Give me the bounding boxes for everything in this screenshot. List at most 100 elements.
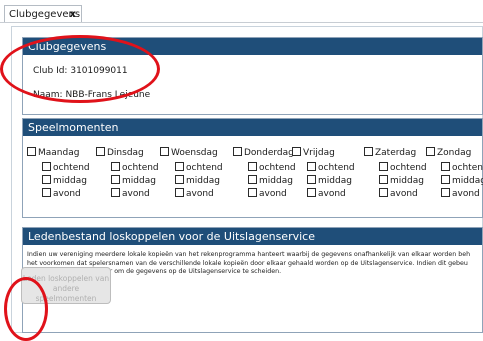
slot-checkbox[interactable] [175, 162, 184, 171]
slot-label: avond [186, 189, 214, 199]
slot-ochtend: ochtend [42, 162, 90, 173]
slot-label: middag [122, 176, 156, 186]
slot-avond: avond [307, 188, 346, 199]
slot-label: ochtend [318, 163, 355, 173]
day-checkbox[interactable] [233, 147, 242, 156]
slot-middag: middag [441, 175, 483, 186]
slot-checkbox[interactable] [248, 162, 257, 171]
leden-loskoppelen-button[interactable]: Leden loskoppelen van andere speelmoment… [21, 267, 111, 304]
day-label: Dinsdag [107, 148, 144, 158]
slot-checkbox[interactable] [175, 188, 184, 197]
close-icon[interactable]: x [70, 6, 76, 23]
slot-label: avond [452, 189, 480, 199]
slot-checkbox[interactable] [441, 188, 450, 197]
tab-bar: Clubgegevens x [0, 0, 483, 24]
slot-avond: avond [175, 188, 214, 199]
day-label: Donderdag [244, 148, 294, 158]
tab-clubgegevens[interactable]: Clubgegevens x [4, 5, 82, 22]
slot-label: ochtend [122, 163, 159, 173]
naam-value: NBB-Frans Lejeune [65, 90, 151, 100]
slot-checkbox[interactable] [379, 188, 388, 197]
slot-label: middag [390, 176, 424, 186]
day-checkbox[interactable] [160, 147, 169, 156]
slot-avond: avond [42, 188, 81, 199]
slot-ochtend: ochtend [248, 162, 296, 173]
slot-ochtend: ochtend [175, 162, 223, 173]
slot-label: middag [259, 176, 293, 186]
day-label: Maandag [38, 148, 80, 158]
tab-divider [0, 22, 483, 23]
slot-checkbox[interactable] [42, 175, 51, 184]
day-checkbox[interactable] [364, 147, 373, 156]
slot-label: avond [390, 189, 418, 199]
slot-label: middag [452, 176, 483, 186]
slot-label: ochtend [259, 163, 296, 173]
slot-label: avond [53, 189, 81, 199]
speelmomenten-panel: Speelmomenten Maandag ochtend middag avond D… [22, 118, 483, 218]
slot-middag: middag [379, 175, 424, 186]
slot-middag: middag [42, 175, 87, 186]
day-vrijdag: Vrijdag [292, 147, 335, 158]
slot-middag: middag [248, 175, 293, 186]
naam-label: Naam: [33, 90, 63, 100]
slot-avond: avond [441, 188, 480, 199]
slot-checkbox[interactable] [441, 175, 450, 184]
day-zaterdag: Zaterdag [364, 147, 416, 158]
slot-middag: middag [175, 175, 220, 186]
day-label: Woensdag [171, 148, 218, 158]
day-checkbox[interactable] [27, 147, 36, 156]
slot-avond: avond [379, 188, 418, 199]
slot-avond: avond [248, 188, 287, 199]
slot-checkbox[interactable] [175, 175, 184, 184]
day-dinsdag: Dinsdag [96, 147, 144, 158]
day-label: Zondag [437, 148, 472, 158]
slot-ochtend: ochtend [379, 162, 427, 173]
day-checkbox[interactable] [426, 147, 435, 156]
day-donderdag: Donderdag [233, 147, 294, 158]
button-label-line: Leden loskoppelen van [22, 274, 110, 283]
slot-label: middag [53, 176, 87, 186]
day-checkbox[interactable] [96, 147, 105, 156]
naam-row: Naam: NBB-Frans Lejeune [33, 90, 150, 100]
slot-checkbox[interactable] [307, 188, 316, 197]
slot-checkbox[interactable] [248, 188, 257, 197]
day-checkbox[interactable] [292, 147, 301, 156]
slot-label: avond [318, 189, 346, 199]
slot-checkbox[interactable] [111, 188, 120, 197]
club-id-row: Club Id: 3101099011 [33, 66, 128, 76]
slot-label: avond [122, 189, 150, 199]
slot-checkbox[interactable] [307, 162, 316, 171]
slot-checkbox[interactable] [307, 175, 316, 184]
button-label-line: andere speelmomenten [35, 284, 97, 303]
slot-middag: middag [307, 175, 352, 186]
clubgegevens-header: Clubgegevens [23, 38, 482, 55]
slot-checkbox[interactable] [111, 175, 120, 184]
slot-checkbox[interactable] [379, 162, 388, 171]
slot-checkbox[interactable] [111, 162, 120, 171]
slot-checkbox[interactable] [441, 162, 450, 171]
slot-label: middag [318, 176, 352, 186]
slot-ochtend: ochtend [111, 162, 159, 173]
slot-label: ochtend [452, 163, 483, 173]
slot-label: avond [259, 189, 287, 199]
day-woensdag: Woensdag [160, 147, 218, 158]
day-label: Vrijdag [303, 148, 335, 158]
slot-label: ochtend [53, 163, 90, 173]
slot-ochtend: ochtend [441, 162, 483, 173]
slot-checkbox[interactable] [42, 162, 51, 171]
speelmomenten-header: Speelmomenten [23, 119, 482, 136]
day-maandag: Maandag [27, 147, 79, 158]
slot-label: ochtend [390, 163, 427, 173]
slot-checkbox[interactable] [42, 188, 51, 197]
club-id-value: 3101099011 [70, 66, 128, 76]
slot-label: ochtend [186, 163, 223, 173]
ledenbestand-header: Ledenbestand loskoppelen voor de Uitslag… [23, 228, 482, 245]
slot-avond: avond [111, 188, 150, 199]
slot-checkbox[interactable] [379, 175, 388, 184]
slot-middag: middag [111, 175, 156, 186]
clubgegevens-panel: Clubgegevens Club Id: 3101099011 Naam: N… [22, 37, 483, 115]
club-id-label: Club Id: [33, 66, 68, 76]
description-line: Indien uw vereniging meerdere lokale kop… [27, 251, 471, 258]
slot-checkbox[interactable] [248, 175, 257, 184]
slot-label: middag [186, 176, 220, 186]
